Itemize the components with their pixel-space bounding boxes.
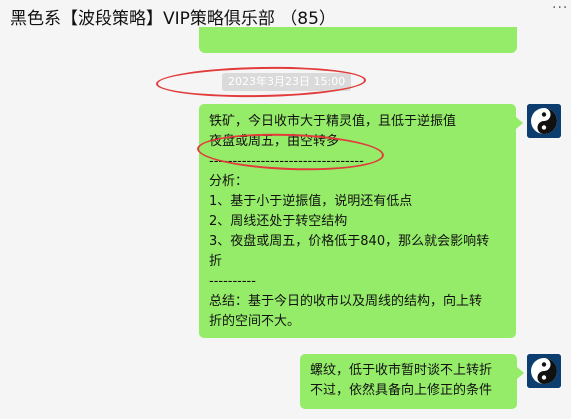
message-line: 铁矿，今日收市大于精灵值，且低于逆振值 (209, 114, 457, 129)
chat-title: 黑色系【波段策略】VIP策略俱乐部 （85） (10, 9, 336, 29)
message-line: --------------------------------- (209, 154, 364, 169)
message-text: 螺纹，低于收市暂时谈不上转折 不过，依然具备向上修正的条件 (300, 354, 517, 408)
message-line: 1、基于小于逆振值，说明还有低点 (209, 194, 413, 209)
message-line: 不过，依然具备向上修正的条件 (310, 383, 493, 398)
message-text: 铁矿，今日收市大于精灵值，且低于逆振值 夜盘或周五，由空转多 ---------… (199, 104, 516, 340)
yin-yang-icon (527, 104, 561, 138)
message-line: 夜盘或周五，由空转多 (209, 134, 340, 149)
message-line: 折的空间不大。 (209, 314, 301, 329)
message-line: 分析： (209, 174, 249, 189)
message-line: 折 (209, 254, 223, 269)
previous-message-bubble[interactable] (199, 27, 517, 53)
message-line: ---------- (209, 274, 256, 289)
message-line: 3、夜盘或周五，价格低于840，那么就会影响转 (209, 234, 490, 249)
message-line: 螺纹，低于收市暂时谈不上转折 (310, 363, 493, 378)
message-bubble[interactable]: 螺纹，低于收市暂时谈不上转折 不过，依然具备向上修正的条件 (300, 354, 524, 409)
message-bubble[interactable]: 铁矿，今日收市大于精灵值，且低于逆振值 夜盘或周五，由空转多 ---------… (199, 104, 523, 340)
sender-avatar[interactable] (527, 354, 561, 388)
yin-yang-icon (527, 354, 561, 388)
message-line: 总结：基于今日的收市以及周线的结构，向上转 (209, 294, 483, 309)
message-timestamp: 2023年3月23日 15:00 (222, 73, 352, 91)
message-line: 2、周线还处于转空结构 (209, 214, 348, 229)
sender-avatar[interactable] (527, 104, 561, 138)
more-options-icon[interactable]: ··· (552, 0, 568, 16)
